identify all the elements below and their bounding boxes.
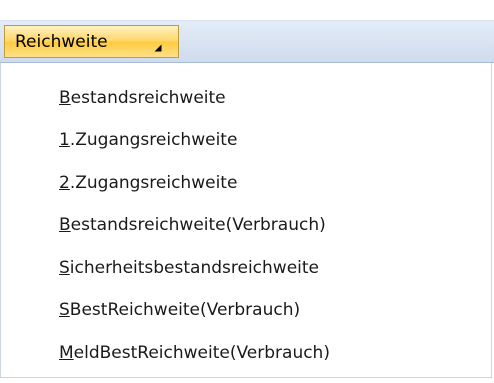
menu-item-label-rest: .Zugangsreichweite xyxy=(69,130,238,150)
menu-item-label-rest: .Zugangsreichweite xyxy=(69,173,238,193)
mnemonic-letter: 1 xyxy=(59,130,70,150)
menu-item-bestandsreichweite[interactable]: Bestandsreichweite xyxy=(2,82,490,114)
menu-item-2-zugangsreichweite[interactable]: 2.Zugangsreichweite xyxy=(2,167,490,199)
menu-item-label-rest: estandsreichweite(Verbrauch) xyxy=(70,215,326,235)
mnemonic-letter: 2 xyxy=(59,173,70,193)
reichweite-menu-button[interactable]: Reichweite xyxy=(4,25,179,58)
menu-item-label: Bestandsreichweite(Verbrauch) xyxy=(59,215,326,235)
menu-bar: Reichweite xyxy=(0,20,494,63)
menu-item-label: Sicherheitsbestandsreichweite xyxy=(59,258,319,278)
menu-item-sicherheitsbestandsreichweite[interactable]: Sicherheitsbestandsreichweite xyxy=(2,252,490,284)
application-window: Reichweite Bestandsreichweite 1.Zugangsr… xyxy=(0,0,494,383)
menu-item-label-rest: eldBestReichweite(Verbrauch) xyxy=(73,343,330,363)
menu-item-1-zugangsreichweite[interactable]: 1.Zugangsreichweite xyxy=(2,124,490,156)
menu-item-label: 1.Zugangsreichweite xyxy=(59,130,237,150)
mnemonic-letter: S xyxy=(59,258,70,278)
menu-item-label: SBestReichweite(Verbrauch) xyxy=(59,300,300,320)
mnemonic-letter: M xyxy=(59,343,74,363)
menu-item-label-rest: estandsreichweite xyxy=(70,88,226,108)
mnemonic-letter: B xyxy=(59,88,71,108)
menu-item-label: Bestandsreichweite xyxy=(59,88,226,108)
dropdown-menu: Bestandsreichweite 1.Zugangsreichweite 2… xyxy=(0,63,492,378)
menu-item-meldbestreichweite-verbrauch[interactable]: MeldBestReichweite(Verbrauch) xyxy=(2,337,490,369)
menu-item-label: 2.Zugangsreichweite xyxy=(59,173,237,193)
mnemonic-letter: B xyxy=(59,215,71,235)
menu-item-sbestreichweite-verbrauch[interactable]: SBestReichweite(Verbrauch) xyxy=(2,294,490,326)
menu-item-bestandsreichweite-verbrauch[interactable]: Bestandsreichweite(Verbrauch) xyxy=(2,209,490,241)
menu-button-label: Reichweite xyxy=(15,32,108,52)
dropdown-corner-arrow-icon xyxy=(154,44,162,52)
top-strip xyxy=(0,0,494,20)
menu-item-label-rest: BestReichweite(Verbrauch) xyxy=(69,300,301,320)
menu-item-label-rest: icherheitsbestandsreichweite xyxy=(69,258,320,278)
menu-item-label: MeldBestReichweite(Verbrauch) xyxy=(59,343,330,363)
mnemonic-letter: S xyxy=(59,300,70,320)
